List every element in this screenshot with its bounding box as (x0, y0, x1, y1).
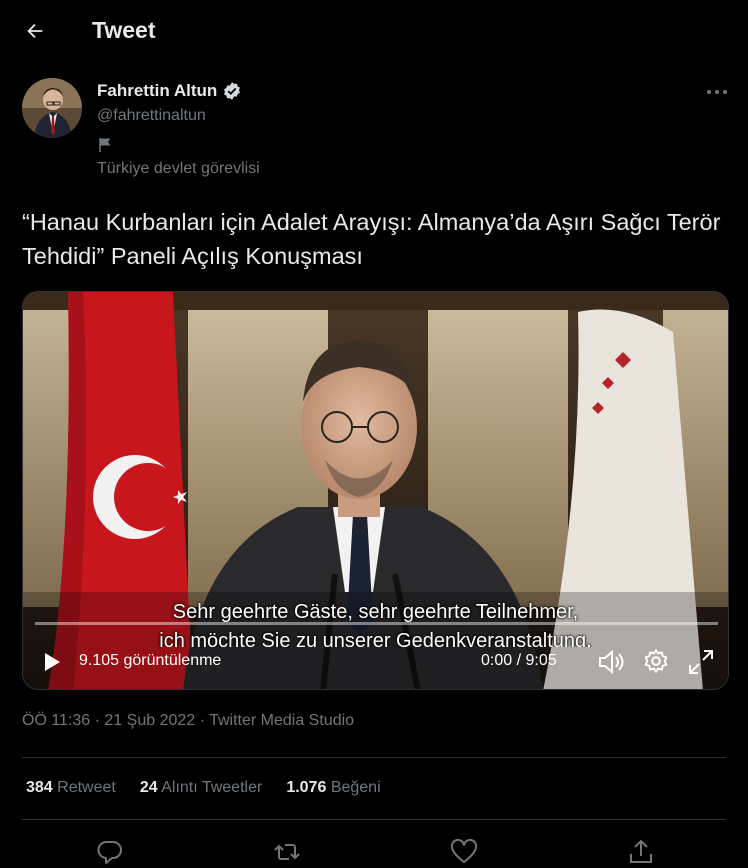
video-time: 0:00 / 9:05 (481, 652, 557, 669)
volume-icon[interactable] (597, 649, 625, 675)
tweet-source[interactable]: Twitter Media Studio (209, 712, 354, 729)
divider (22, 757, 726, 758)
gear-icon[interactable] (643, 648, 669, 674)
video-subtitle: Sehr geehrte Gäste, sehr geehrte Teilneh… (172, 601, 579, 623)
author-name[interactable]: Fahrettin Altun (97, 81, 217, 101)
video-controls: 9.105 görüntülenme 0:00 / 9:05 (23, 642, 728, 682)
tweet-text: “Hanau Kurbanları için Adalet Arayışı: A… (22, 209, 721, 269)
divider (22, 819, 726, 820)
retweet-icon[interactable] (273, 838, 301, 866)
like-icon[interactable] (450, 838, 478, 866)
flag-icon (99, 138, 111, 152)
tweet-author: Fahrettin Altun @fahrettinaltun Türkiye … (22, 78, 722, 188)
video-player[interactable]: Sehr geehrte Gäste, sehr geehrte Teilneh… (22, 291, 729, 690)
play-icon[interactable] (39, 650, 63, 674)
avatar[interactable] (22, 78, 82, 138)
tweet-meta: ÖÖ 11:36 · 21 Şub 2022 · Twitter Media S… (22, 712, 355, 729)
retweets-stat[interactable]: 384 Retweet (26, 779, 116, 797)
page-header: Tweet (0, 0, 748, 62)
quotes-stat[interactable]: 24 Alıntı Tweetler (140, 779, 262, 797)
tweet-actions (0, 834, 748, 868)
fullscreen-icon[interactable] (687, 648, 715, 676)
share-icon[interactable] (627, 838, 655, 866)
back-button[interactable] (20, 16, 50, 46)
view-count: 9.105 görüntülenme (79, 652, 222, 669)
tweet-date[interactable]: 21 Şub 2022 (104, 712, 195, 729)
verified-badge-icon (224, 82, 241, 100)
reply-icon[interactable] (96, 838, 124, 866)
government-label[interactable]: Türkiye devlet görevlisi (97, 160, 260, 178)
back-arrow-icon (27, 23, 43, 39)
more-icon[interactable] (705, 87, 729, 97)
tweet-stats: 384 Retweet 24 Alıntı Tweetler 1.076 Beğ… (26, 779, 405, 797)
video-progress-bar[interactable] (35, 622, 718, 625)
author-handle[interactable]: @fahrettinaltun (97, 107, 206, 125)
page-title: Tweet (92, 17, 156, 43)
tweet-timestamp[interactable]: ÖÖ 11:36 (22, 712, 90, 729)
likes-stat[interactable]: 1.076 Beğeni (286, 779, 380, 797)
